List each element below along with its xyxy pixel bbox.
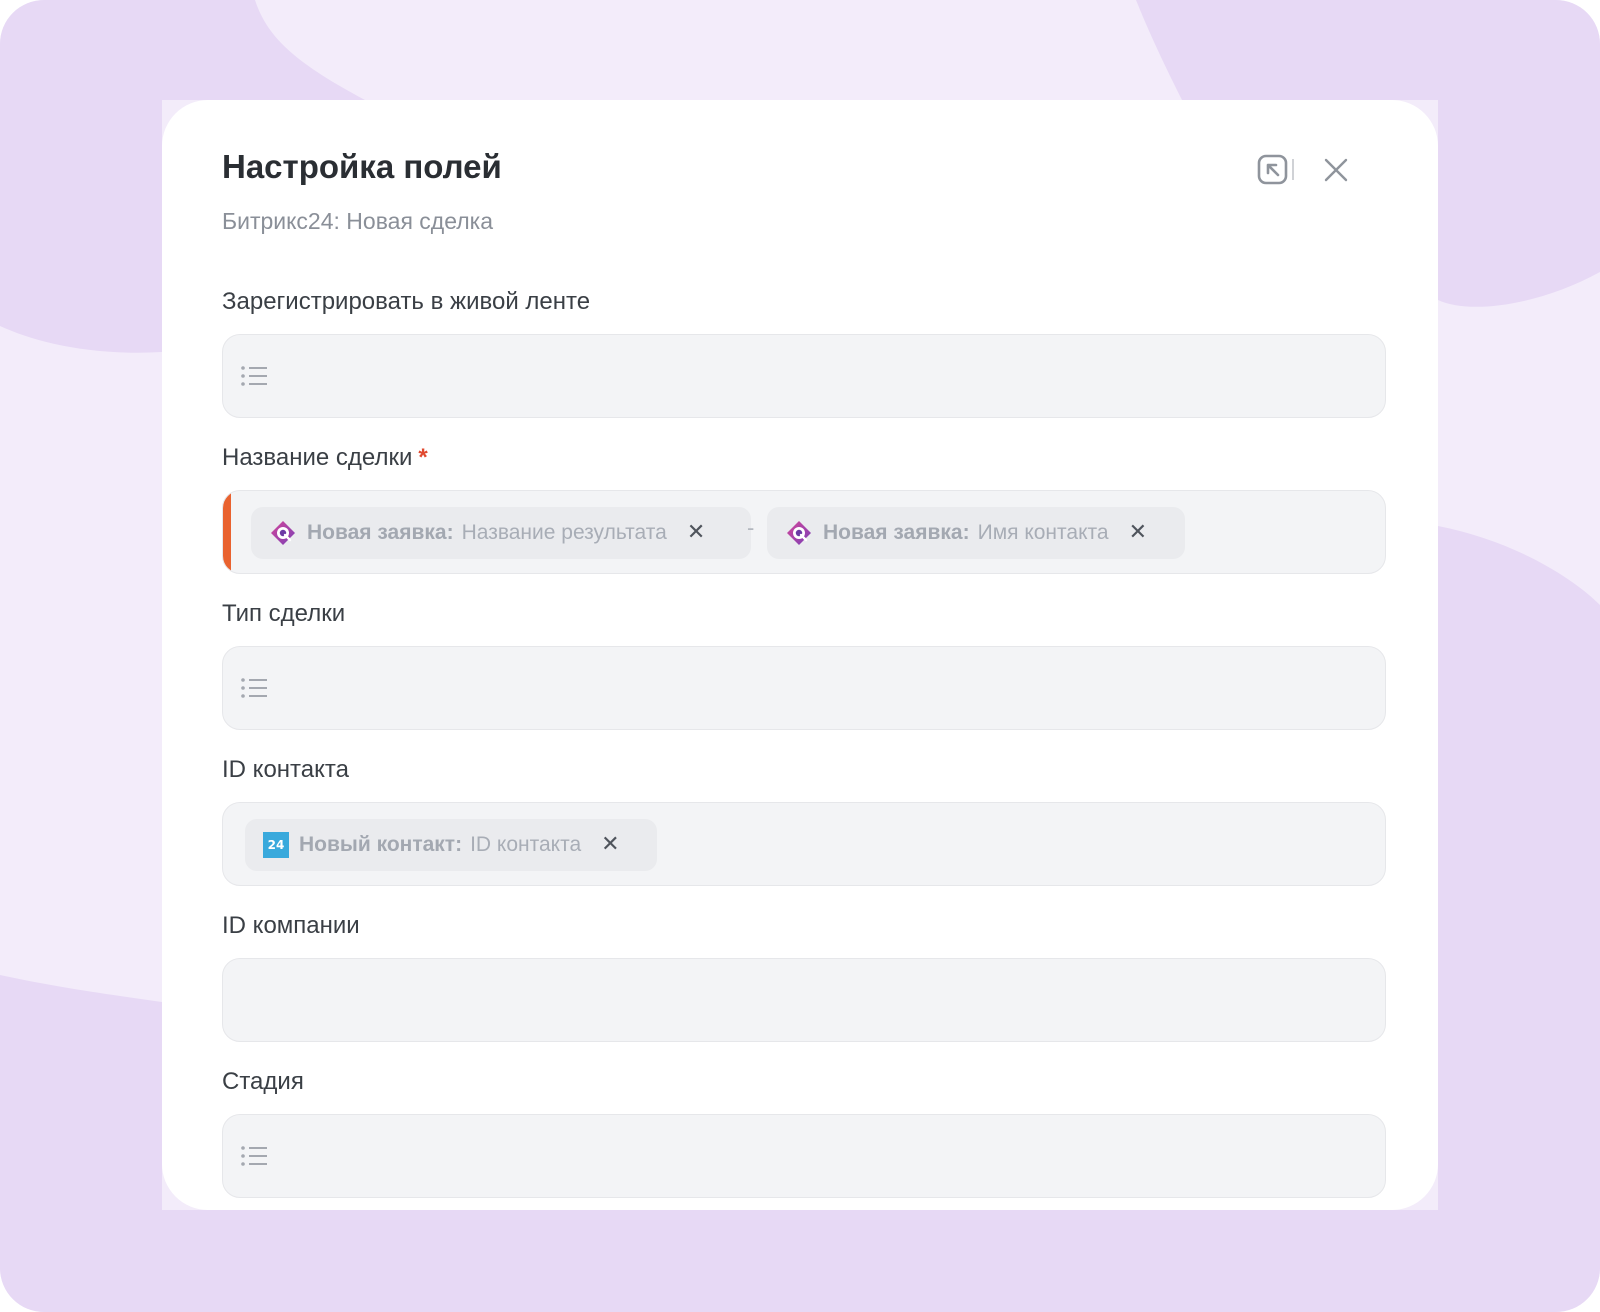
contact-id-field[interactable]: 24 Новый контакт: ID контакта ✕ <box>222 802 1386 886</box>
bitrix24-icon: 24 <box>263 832 289 858</box>
field-label-deal-name: Название сделки * <box>222 444 428 472</box>
bitrix24-badge: 24 <box>263 832 289 858</box>
live-feed-select[interactable] <box>222 334 1386 418</box>
list-icon <box>241 366 267 386</box>
chip-remove-button[interactable]: ✕ <box>687 522 705 544</box>
chip-value: Имя контакта <box>977 521 1109 544</box>
required-marker: * <box>418 444 428 471</box>
dialog-subtitle: Битрикс24: Новая сделка <box>222 208 494 234</box>
token-chip[interactable]: Новая заявка: Имя контакта ✕ <box>767 507 1185 559</box>
form-app-icon <box>785 519 813 547</box>
token-separator: - <box>747 515 755 540</box>
token-chip[interactable]: 24 Новый контакт: ID контакта ✕ <box>245 819 657 871</box>
field-label-deal-type: Тип сделки <box>222 600 346 627</box>
chip-remove-button[interactable]: ✕ <box>601 834 619 856</box>
chip-value: ID контакта <box>470 833 582 856</box>
close-icon <box>1324 158 1348 182</box>
form-app-icon <box>269 519 297 547</box>
collapse-button[interactable] <box>1256 150 1296 190</box>
dialog-title: Настройка полей <box>222 148 502 185</box>
chip-value: Название результата <box>461 521 667 544</box>
chip-source: Новая заявка: <box>823 521 970 544</box>
background: Настройка полей Битрикс24: Новая сделка … <box>0 0 1600 1312</box>
token-chip[interactable]: Новая заявка: Название результата ✕ <box>251 507 751 559</box>
chip-source: Новая заявка: <box>307 521 454 544</box>
field-label-text: Название сделки <box>222 444 413 471</box>
chip-source: Новый контакт: <box>299 833 463 856</box>
company-id-input[interactable] <box>222 958 1386 1042</box>
field-label-live-feed: Зарегистрировать в живой ленте <box>222 288 591 315</box>
close-button[interactable] <box>1316 150 1356 190</box>
field-label-stage: Стадия <box>222 1068 304 1095</box>
stage-select[interactable] <box>222 1114 1386 1198</box>
list-icon <box>241 1146 267 1166</box>
field-label-contact-id: ID контакта <box>222 756 349 783</box>
field-label-company-id: ID компании <box>222 912 360 939</box>
deal-name-field[interactable]: Новая заявка: Название результата ✕ - Но… <box>222 490 1386 574</box>
error-indicator <box>223 491 231 573</box>
chip-remove-button[interactable]: ✕ <box>1129 522 1147 544</box>
field-settings-dialog: Настройка полей Битрикс24: Новая сделка … <box>162 100 1438 1210</box>
collapse-icon <box>1257 154 1294 185</box>
deal-type-select[interactable] <box>222 646 1386 730</box>
list-icon <box>241 678 267 698</box>
